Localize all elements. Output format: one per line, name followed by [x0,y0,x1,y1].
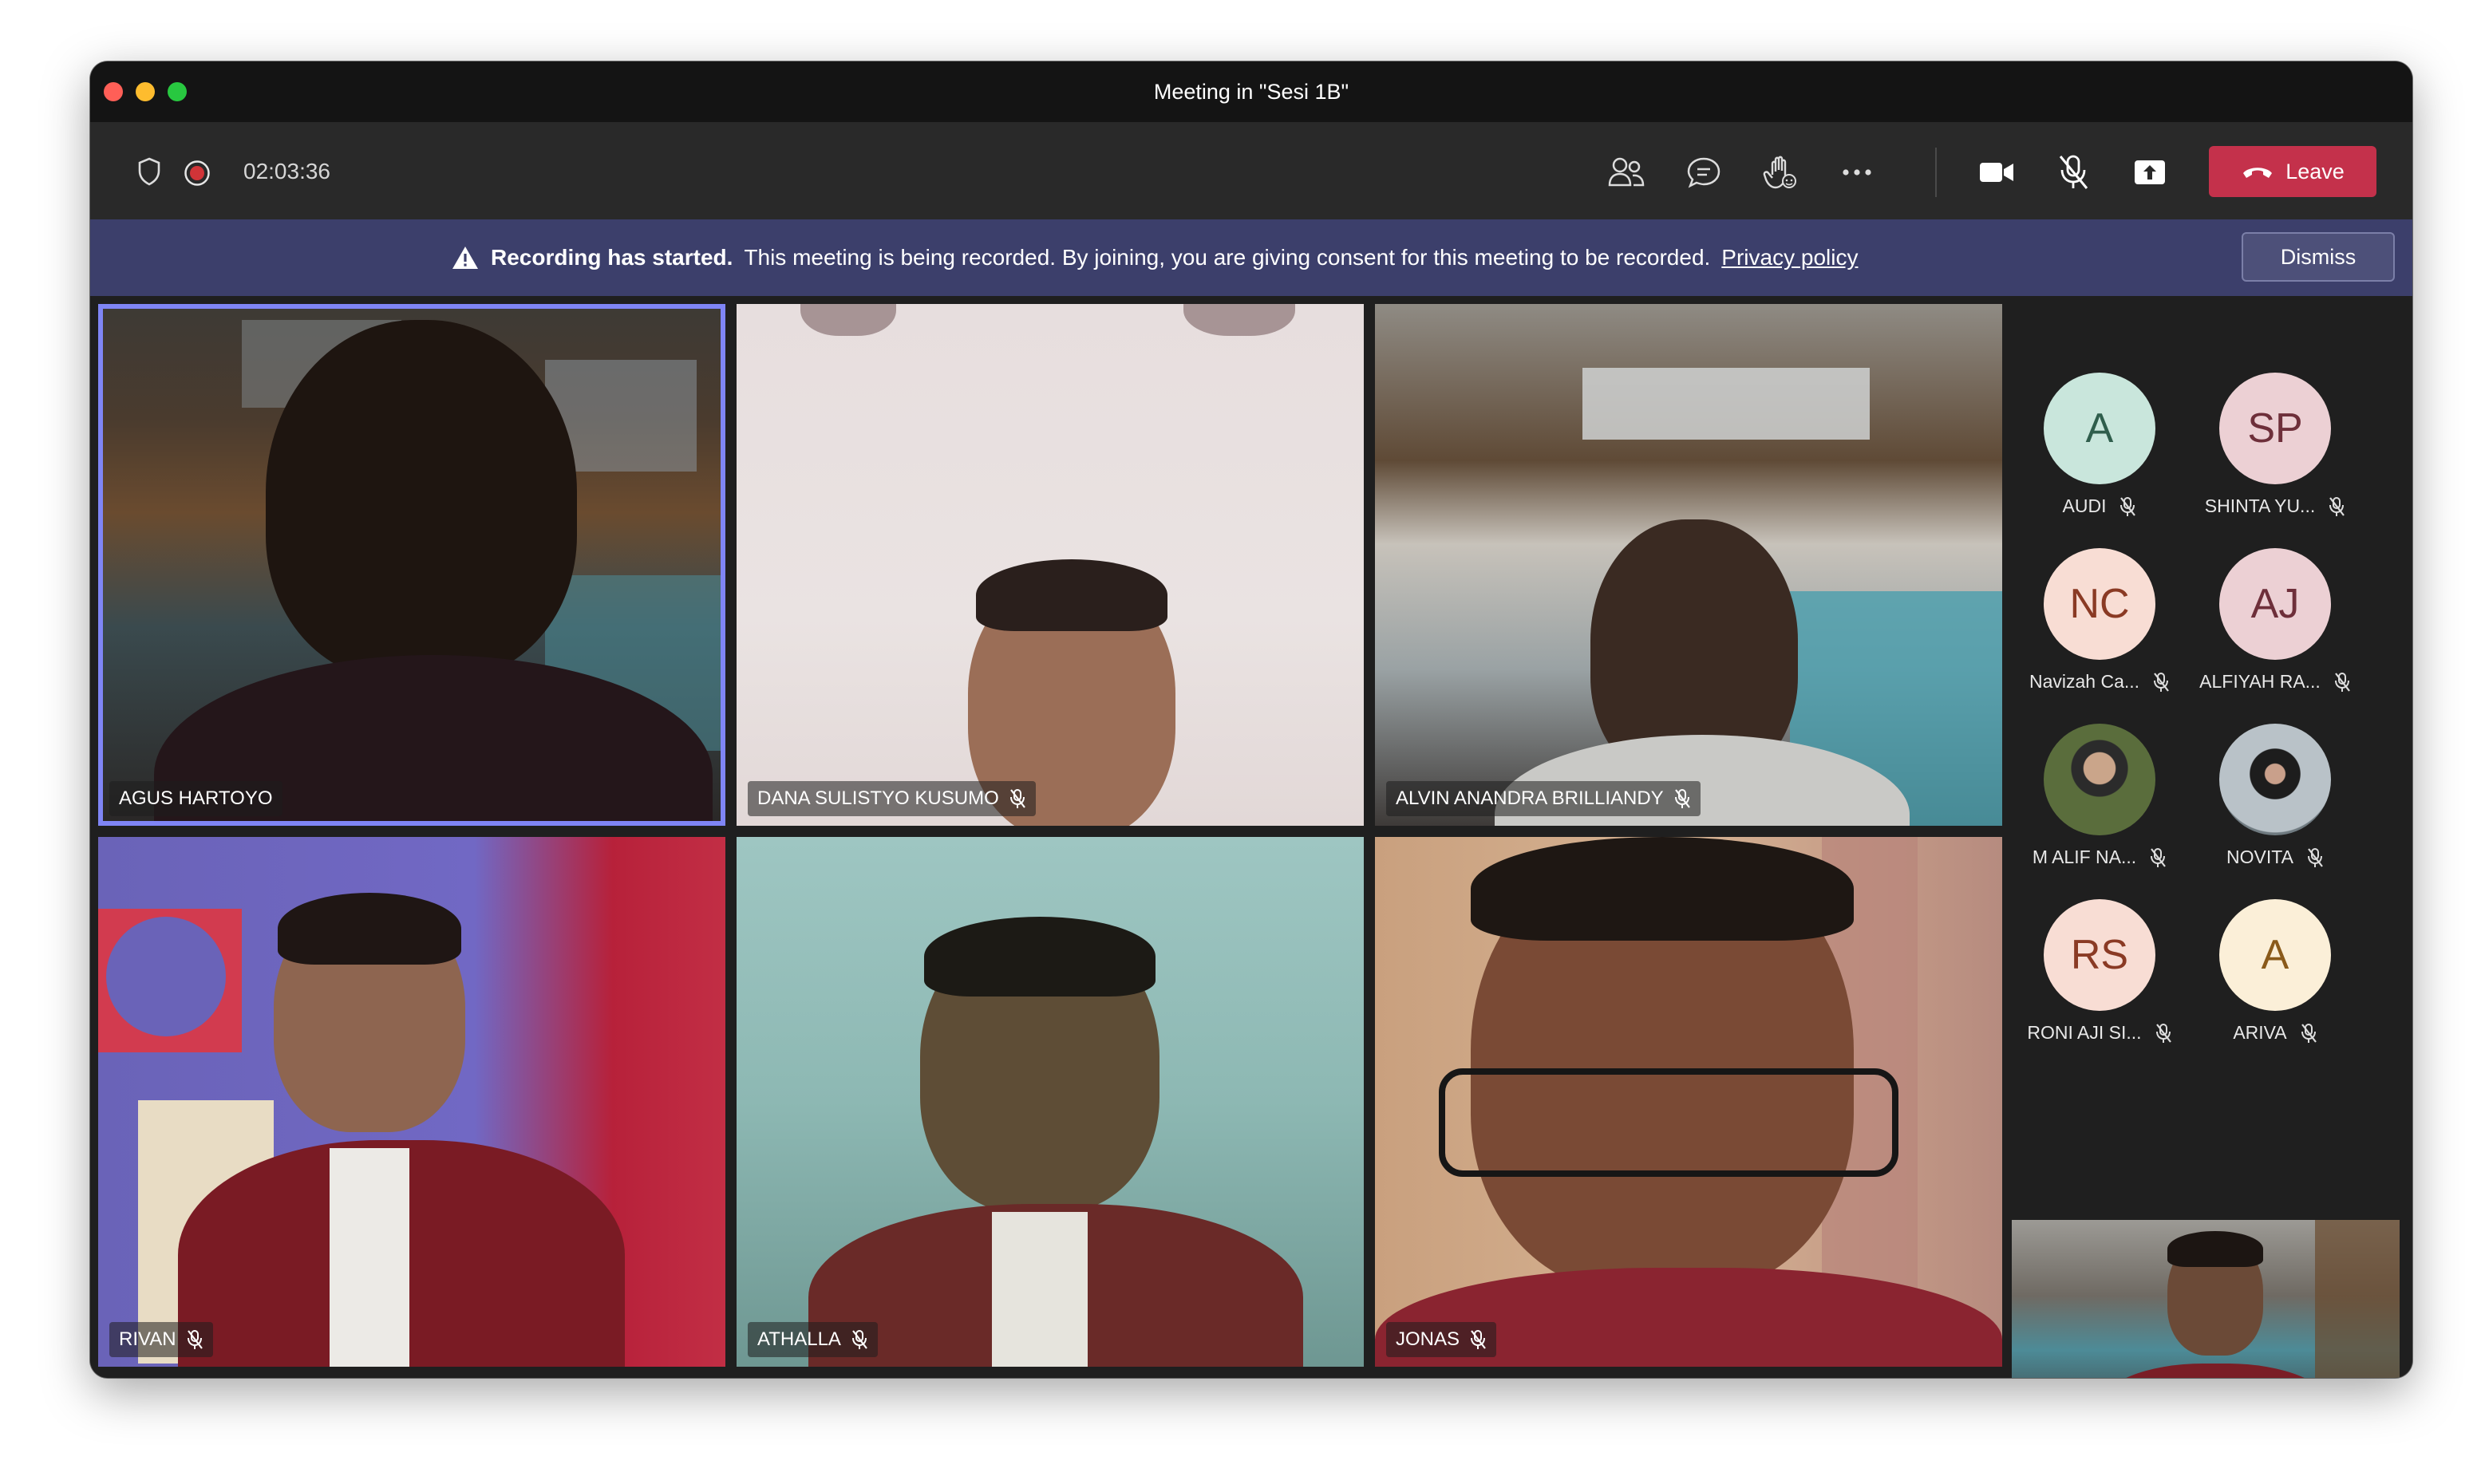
video-tile[interactable]: AGUS HARTOYO [98,304,725,826]
avatar: A [2044,373,2155,484]
camera-icon[interactable] [1977,156,2017,189]
participant-name-tag: JONAS [1386,1322,1497,1357]
video-grid: AGUS HARTOYO DANA SULISTYO KUSUMO ALVIN … [90,296,2412,1378]
avatar-photo [2044,724,2155,835]
participant-name: AGUS HARTOYO [119,787,273,809]
recording-banner: Recording has started. This meeting is b… [90,219,2412,296]
phone-icon [2243,168,2273,178]
mic-off-icon [1674,789,1690,808]
video-tile[interactable]: JONAS [1375,837,2002,1367]
participant-name-tag: RIVAN [109,1322,213,1357]
participant-name: NOVITA [2226,847,2293,867]
video-tile[interactable]: RIVAN [98,837,725,1367]
participant-avatar-item[interactable]: RS RONI AJI SI... [2020,899,2179,1044]
mic-off-icon [2307,847,2323,867]
avatar-photo [2219,724,2331,835]
window-title: Meeting in "Sesi 1B" [1153,80,1349,104]
mic-off-icon [2334,672,2350,692]
shield-icon[interactable] [133,156,165,187]
warning-icon [452,247,478,269]
leave-button[interactable]: Leave [2209,146,2376,197]
avatar: RS [2044,899,2155,1011]
chat-icon[interactable] [1685,154,1723,191]
people-icon[interactable] [1606,154,1646,191]
video-tile[interactable]: ATHALLA [737,837,1364,1367]
dismiss-button[interactable]: Dismiss [2242,232,2395,282]
title-bar: Meeting in "Sesi 1B" [90,61,2412,122]
participant-avatar-item[interactable]: NOVITA [2195,724,2355,868]
participant-name: JONAS [1396,1328,1460,1350]
avatar: SP [2219,373,2331,484]
leave-label: Leave [2285,159,2345,184]
mic-off-icon [1471,1330,1486,1349]
mic-off-icon[interactable] [2053,152,2093,192]
mic-off-icon [2154,672,2169,692]
participant-name-tag: ALVIN ANANDRA BRILLIANDY [1386,781,1701,816]
privacy-policy-link[interactable]: Privacy policy [1721,245,1858,270]
participant-name-tag: DANA SULISTYO KUSUMO [748,781,1036,816]
banner-title: Recording has started. [491,245,733,270]
share-screen-icon[interactable] [2130,154,2170,191]
participant-name: M ALIF NA... [2032,847,2137,867]
video-tile[interactable]: ALVIN ANANDRA BRILLIANDY [1375,304,2002,826]
banner-text: Recording has started. This meeting is b… [451,219,1858,296]
toolbar-divider [1935,148,1937,197]
participant-name: RIVAN [119,1328,176,1350]
meeting-window: Meeting in "Sesi 1B" 02:03:36 Leave Reco… [90,61,2412,1378]
avatar: AJ [2219,548,2331,660]
video-tile[interactable]: DANA SULISTYO KUSUMO [737,304,1364,826]
participant-name: RONI AJI SI... [2027,1022,2142,1043]
avatar: A [2219,899,2331,1011]
participant-avatar-item[interactable]: A ARIVA [2195,899,2355,1044]
banner-message: This meeting is being recorded. By joini… [744,245,1711,270]
participant-avatar-item[interactable]: A AUDI [2020,373,2179,517]
record-icon [183,159,211,187]
participant-avatar-item[interactable]: AJ ALFIYAH RA... [2195,548,2355,693]
participant-avatar-item[interactable]: NC Navizah Ca... [2020,548,2179,693]
mic-off-icon [851,1330,867,1349]
participant-rail: A AUDI SP SHINTA YU... NC Navizah Ca... … [2002,296,2412,1378]
participant-name-tag: AGUS HARTOYO [109,781,282,816]
mic-off-icon [1009,789,1025,808]
mic-off-icon [2151,847,2167,867]
participant-name: ALVIN ANANDRA BRILLIANDY [1396,787,1664,809]
mic-off-icon [2301,1023,2317,1043]
participant-avatar-item[interactable]: SP SHINTA YU... [2195,373,2355,517]
participant-name-tag: ATHALLA [748,1322,878,1357]
participant-name: ATHALLA [757,1328,841,1350]
meeting-timer: 02:03:36 [243,159,330,184]
mic-off-icon [2120,496,2136,516]
avatar: NC [2044,548,2155,660]
participant-name: DANA SULISTYO KUSUMO [757,787,999,809]
self-view-video[interactable] [2012,1220,2400,1378]
mic-off-icon [187,1330,203,1349]
more-icon[interactable] [1838,154,1876,191]
raise-hand-icon[interactable] [1761,152,1799,192]
participant-avatar-item[interactable]: M ALIF NA... [2020,724,2179,868]
mic-off-icon [2329,496,2345,516]
mic-off-icon [2155,1023,2171,1043]
participant-name: ALFIYAH RA... [2199,671,2321,692]
participant-name: ARIVA [2233,1022,2287,1043]
participant-name: AUDI [2062,495,2107,516]
meeting-toolbar: 02:03:36 Leave [90,122,2412,219]
participant-name: Navizah Ca... [2029,671,2140,692]
participant-name: SHINTA YU... [2204,495,2316,516]
